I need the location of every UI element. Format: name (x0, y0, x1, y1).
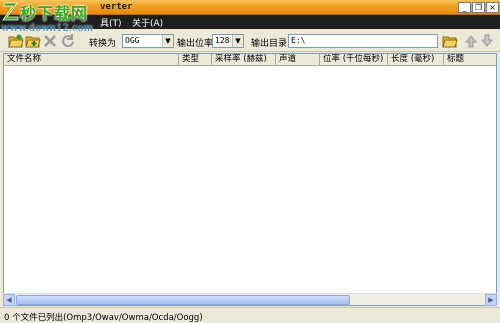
minimize-button[interactable]: _ (458, 2, 471, 13)
horizontal-scrollbar[interactable]: ◀ ▶ (3, 293, 497, 306)
move-down-icon[interactable] (479, 33, 495, 49)
bitrate-value: 128 (215, 36, 230, 45)
output-dir-value: E:\ (291, 36, 306, 45)
output-dir-input[interactable]: E:\ (288, 34, 438, 48)
chevron-down-icon[interactable]: ▼ (232, 35, 243, 47)
watermark-logo-icon (2, 2, 19, 21)
watermark-brand: 秒下载网 (20, 4, 89, 23)
format-value: OGG (125, 36, 140, 45)
file-list[interactable]: 文件名称 类型 采样率 (赫兹) 声道 位率 (千位每秒) 长度 (毫秒) 标题 (3, 53, 497, 306)
bitrate-select[interactable]: 128 ▼ (212, 34, 244, 48)
column-header-length[interactable]: 长度 (毫秒) (388, 54, 444, 66)
watermark-url: www.down12.com (1, 23, 94, 34)
column-header-bitrate[interactable]: 位率 (千位每秒) (320, 54, 388, 66)
scrollbar-thumb[interactable] (16, 295, 350, 305)
column-header-samplerate[interactable]: 采样率 (赫兹) (212, 54, 276, 66)
output-dir-label: 输出目录 (251, 39, 288, 49)
app-window: verter _ ❐ × 具(T) 关于(A) 转换为 OGG ▼ 输出位率 1… (0, 0, 500, 323)
status-text: 0 个文件已列出(Omp3/Owav/Owma/Ocda/Oogg) (4, 313, 203, 323)
close-button[interactable]: × (486, 2, 499, 13)
browse-folder-icon[interactable] (442, 33, 458, 49)
move-up-icon[interactable] (463, 33, 479, 49)
column-header-filename[interactable]: 文件名称 (4, 54, 179, 66)
bitrate-label: 输出位率 (177, 39, 214, 49)
menu-about[interactable]: 关于(A) (132, 16, 163, 29)
format-select[interactable]: OGG ▼ (122, 34, 174, 48)
chevron-down-icon[interactable]: ▼ (162, 35, 173, 47)
restore-button[interactable]: ❐ (472, 2, 485, 13)
watermark: 秒下载网 www.down12.com (0, 0, 110, 48)
status-bar: 0 个文件已列出(Omp3/Owav/Owma/Ocda/Oogg) (0, 307, 500, 323)
scroll-right-icon[interactable]: ▶ (485, 294, 497, 306)
column-header-type[interactable]: 类型 (179, 54, 212, 66)
column-header-title[interactable]: 标题 (444, 54, 496, 66)
column-header-channels[interactable]: 声道 (276, 54, 320, 66)
scroll-left-icon[interactable]: ◀ (3, 294, 15, 306)
